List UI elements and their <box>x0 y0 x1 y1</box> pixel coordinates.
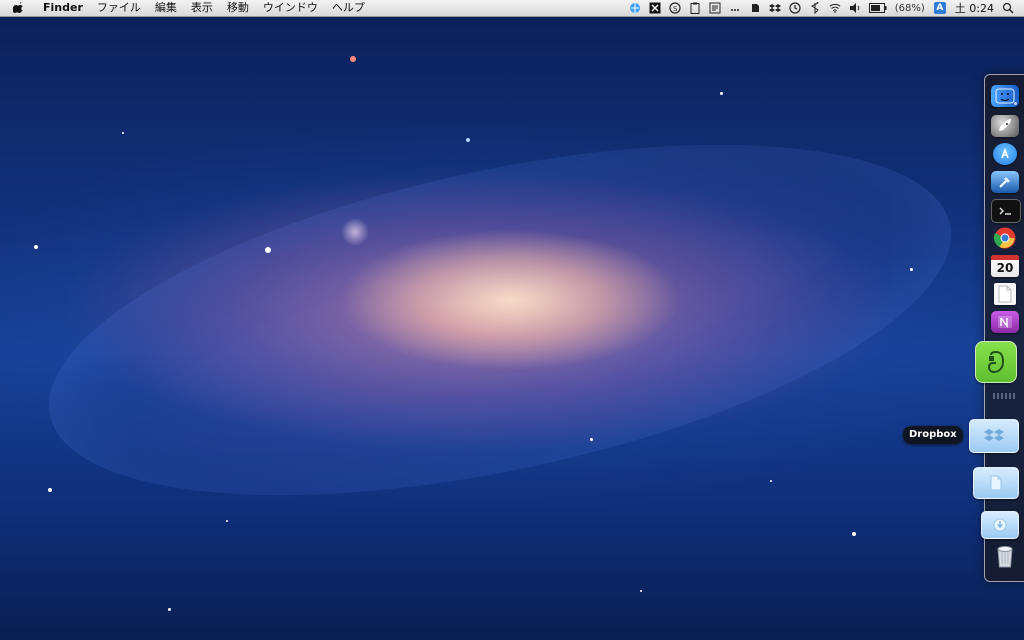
dock-item-app-store[interactable] <box>993 143 1017 165</box>
volume-icon[interactable] <box>849 2 861 14</box>
star <box>226 520 228 522</box>
dock-item-evernote[interactable] <box>975 341 1017 383</box>
time-machine-icon[interactable] <box>789 2 801 14</box>
star <box>168 608 171 611</box>
dock-item-xcode[interactable] <box>991 171 1019 193</box>
running-indicator <box>1014 102 1017 105</box>
dock: 20 <box>969 74 1024 582</box>
star <box>910 268 913 271</box>
evernote-icon <box>983 349 1009 375</box>
star <box>590 438 593 441</box>
star <box>48 488 52 492</box>
menu-window[interactable]: ウインドウ <box>256 0 325 16</box>
star <box>265 247 271 253</box>
menu-left: Finder ファイル 編集 表示 移動 ウインドウ ヘルプ <box>0 0 372 16</box>
calendar-day: 20 <box>996 260 1014 275</box>
dock-item-launchpad[interactable] <box>991 115 1019 137</box>
dock-stack-documents[interactable] <box>973 467 1019 499</box>
menu-file[interactable]: ファイル <box>90 0 148 16</box>
input-method-icon[interactable]: A <box>933 2 947 14</box>
dock-item-trash[interactable] <box>991 543 1019 569</box>
menu-edit[interactable]: 編集 <box>148 0 184 16</box>
desktop-wallpaper <box>0 0 1024 640</box>
star <box>34 245 38 249</box>
dropbox-status-icon[interactable] <box>768 2 781 14</box>
x-status-icon[interactable] <box>649 2 661 14</box>
bluetooth-icon[interactable] <box>809 2 821 14</box>
dropbox-folder-icon <box>983 427 1005 445</box>
menu-go[interactable]: 移動 <box>220 0 256 16</box>
globe-status-icon[interactable] <box>629 2 641 14</box>
dots-status-icon[interactable] <box>729 2 741 14</box>
battery-icon[interactable] <box>868 2 887 14</box>
menu-bar: Finder ファイル 編集 表示 移動 ウインドウ ヘルプ S (68%) A… <box>0 0 1024 17</box>
star <box>350 56 356 62</box>
onenote-icon <box>996 314 1014 330</box>
dock-stack-downloads[interactable] <box>981 511 1019 539</box>
battery-percent: (68%) <box>894 2 925 14</box>
star <box>640 590 642 592</box>
app-store-icon <box>997 146 1013 162</box>
dock-item-onenote[interactable] <box>991 311 1019 333</box>
dock-item-finder[interactable] <box>991 85 1019 107</box>
star <box>770 480 772 482</box>
menu-app-finder[interactable]: Finder <box>36 0 90 16</box>
svg-text:S: S <box>673 5 678 13</box>
downloads-folder-icon <box>992 517 1008 533</box>
dock-stack-dropbox[interactable] <box>969 419 1019 453</box>
trash-icon <box>994 543 1016 569</box>
skype-status-icon[interactable]: S <box>669 2 681 14</box>
document-icon <box>997 285 1013 303</box>
star <box>122 132 124 134</box>
star <box>720 92 723 95</box>
chrome-icon <box>993 226 1017 250</box>
menu-help[interactable]: ヘルプ <box>325 0 372 16</box>
apple-menu[interactable] <box>12 1 26 15</box>
launchpad-rocket-icon <box>997 118 1013 134</box>
dock-item-terminal[interactable] <box>991 199 1021 223</box>
menu-clock[interactable]: 土 0:24 <box>955 0 994 16</box>
star <box>852 532 856 536</box>
clipboard-status-icon[interactable] <box>689 2 701 14</box>
star <box>466 138 470 142</box>
wifi-icon[interactable] <box>829 2 841 14</box>
dock-item-chrome[interactable] <box>991 227 1019 249</box>
apple-logo-icon <box>12 1 25 16</box>
notes-status-icon[interactable] <box>709 2 721 14</box>
input-method-label: A <box>933 2 946 14</box>
dock-item-calendar[interactable]: 20 <box>991 255 1019 277</box>
documents-folder-icon <box>987 474 1005 492</box>
menu-extras: S (68%) A 土 0:24 <box>629 0 1024 16</box>
spotlight-search-icon[interactable] <box>1002 2 1014 14</box>
dock-tooltip: Dropbox <box>903 426 963 444</box>
dock-item-document[interactable] <box>994 283 1016 305</box>
galaxy-band <box>18 77 982 563</box>
xcode-hammer-icon <box>997 174 1013 190</box>
menu-view[interactable]: 表示 <box>184 0 220 16</box>
finder-icon <box>995 88 1015 104</box>
dock-separator <box>993 393 1017 399</box>
evernote-status-icon[interactable] <box>749 2 761 14</box>
terminal-icon <box>997 204 1015 218</box>
calendar-icon <box>991 255 1019 260</box>
